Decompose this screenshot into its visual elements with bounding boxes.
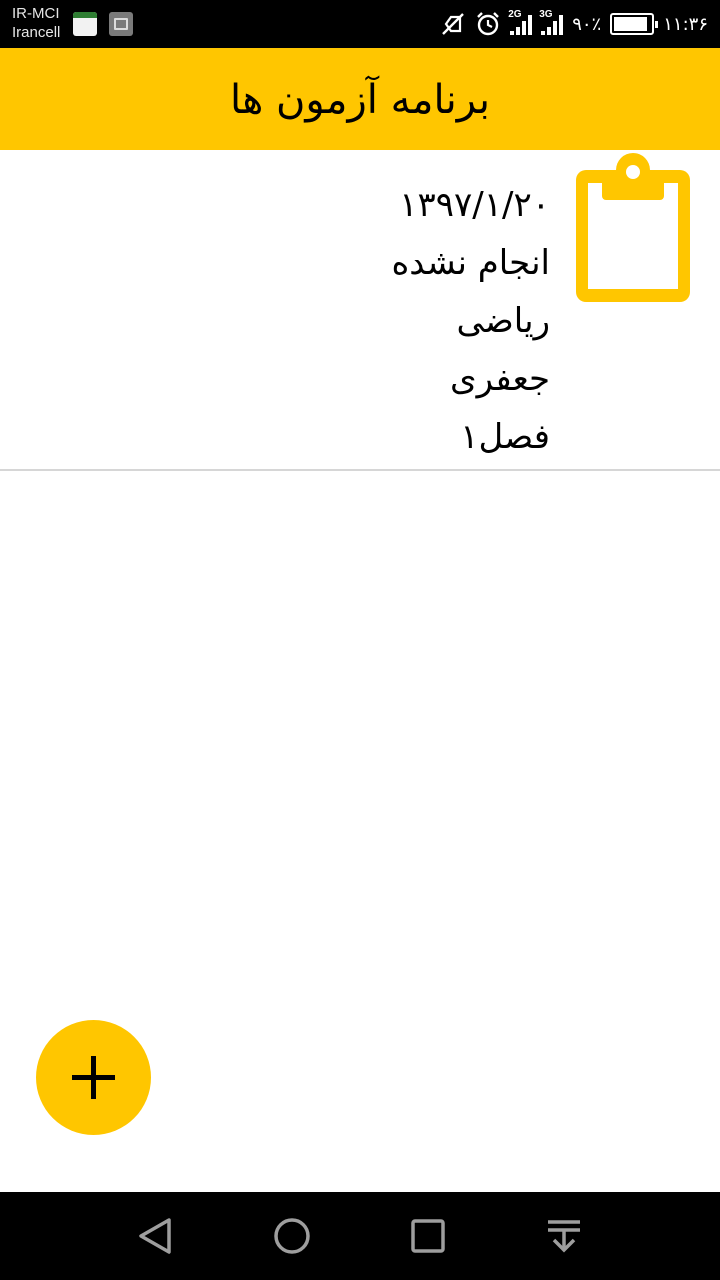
battery-icon	[610, 13, 659, 35]
status-icons: 2G 3G ۹۰٪ ۱۱:۳۶	[440, 8, 708, 40]
carrier-2-label: Irancell	[12, 24, 61, 41]
notification-app-icon	[73, 12, 97, 36]
carrier-labels: IR-MCI Irancell	[12, 4, 60, 42]
exam-chapter: فصل۱	[460, 417, 550, 457]
vibrate-off-icon	[442, 13, 465, 35]
notification-pull-icon[interactable]	[542, 1214, 586, 1258]
sim2-network-label: 3G	[539, 9, 553, 20]
exam-status: انجام نشده	[391, 243, 550, 283]
exam-details: ۱۳۹۷/۱/۲۰ انجام نشده ریاضی جعفری فصل۱	[391, 176, 550, 466]
notification-gallery-icon	[109, 12, 133, 36]
app-bar: برنامه آزمون ها	[0, 48, 720, 150]
exam-teacher: جعفری	[450, 359, 550, 399]
carrier-1-label: IR-MCI	[12, 5, 60, 22]
home-icon[interactable]	[270, 1214, 314, 1258]
signal-icon: 3G	[539, 9, 564, 35]
recents-icon[interactable]	[406, 1214, 450, 1258]
navigation-bar	[0, 1192, 720, 1280]
exam-subject: ریاضی	[456, 301, 550, 341]
alarm-icon	[477, 12, 500, 36]
back-icon[interactable]	[134, 1214, 178, 1258]
clock: ۱۱:۳۶	[663, 13, 708, 35]
status-bar: IR-MCI Irancell 2G 3G ۹۰٪ ۱۱:۳۶	[0, 0, 720, 48]
sim1-network-label: 2G	[508, 9, 522, 20]
clipboard-icon	[576, 153, 690, 302]
signal-icon: 2G	[508, 9, 533, 35]
battery-percent: ۹۰٪	[572, 13, 602, 35]
page-title: برنامه آزمون ها	[230, 77, 490, 123]
exam-date: ۱۳۹۷/۱/۲۰	[399, 185, 550, 225]
add-exam-button[interactable]	[36, 1020, 151, 1135]
